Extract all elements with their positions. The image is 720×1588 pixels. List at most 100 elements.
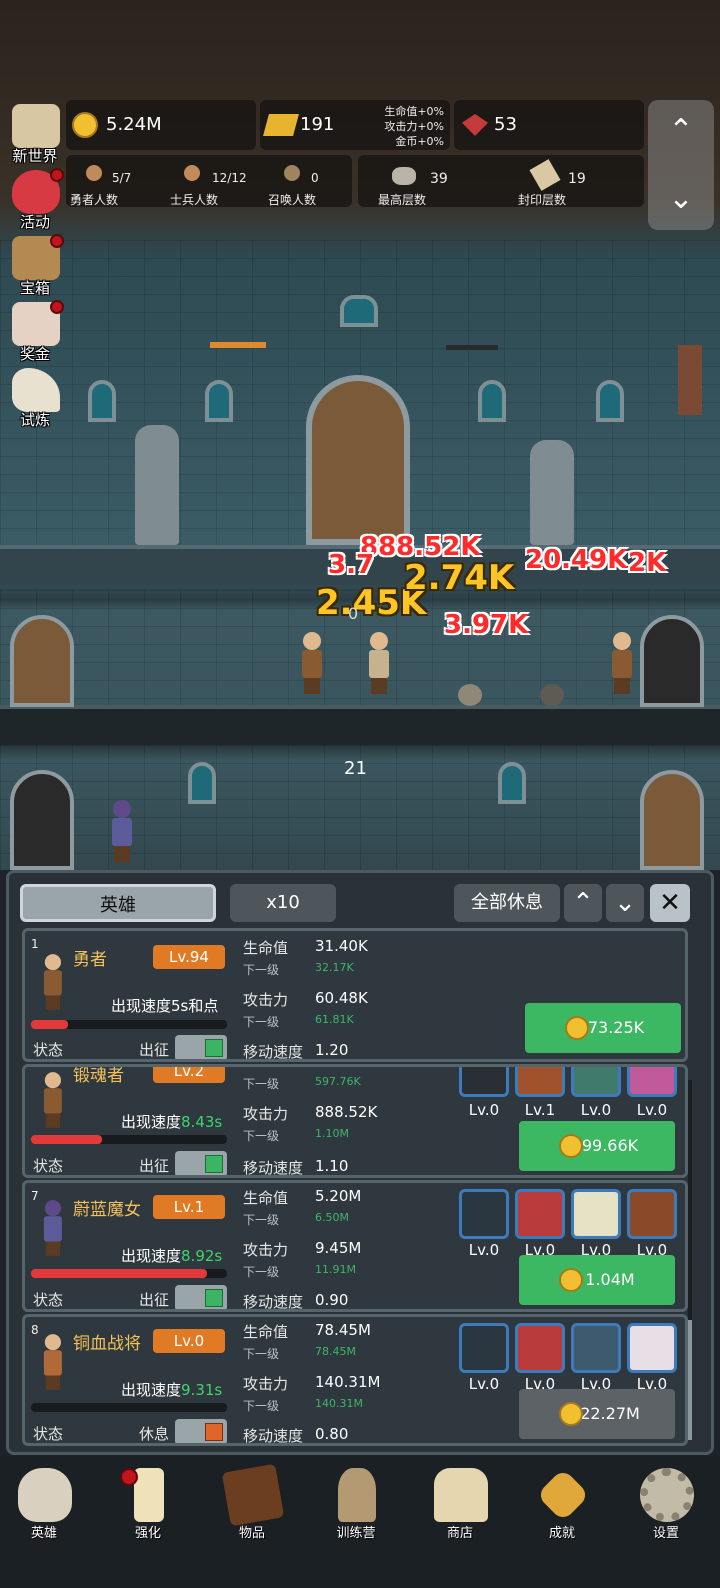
- map-icon: [12, 104, 60, 148]
- nav-achievements[interactable]: 成就: [512, 1460, 612, 1588]
- hero-card-azure-witch[interactable]: 7 蔚蓝魔女 Lv.1 出现速度8.92s 状态 出征 生命值 5.20M 下一…: [22, 1180, 688, 1312]
- tab-heroes[interactable]: 英雄: [20, 884, 216, 922]
- nav-shop[interactable]: 商店: [410, 1460, 510, 1588]
- upgrade-button[interactable]: 99.66K: [519, 1121, 675, 1171]
- upgrade-button[interactable]: 1.04M: [519, 1255, 675, 1305]
- side-menu-new-world[interactable]: 新世界: [4, 102, 66, 165]
- soldier-character: [608, 632, 634, 694]
- move-speed-label: 移动速度: [243, 1043, 304, 1061]
- upgrade-button[interactable]: 22.27M: [519, 1389, 675, 1439]
- blood-shield-icon[interactable]: [459, 1323, 509, 1373]
- hero-card-brave[interactable]: 1 勇者 Lv.94 出现速度5s和点 状态 出征 生命值 31.40K 下一级…: [22, 928, 688, 1062]
- hero-spawn-speed: 出现速度9.31s: [121, 1381, 223, 1399]
- side-menu-chest[interactable]: 宝箱: [4, 234, 66, 297]
- next-level-label: 下一级: [243, 1015, 280, 1029]
- nav-training[interactable]: 训练营: [306, 1460, 406, 1588]
- hero-hp-bar: [31, 1135, 227, 1144]
- hero-level: Lv.0: [153, 1329, 225, 1353]
- damage-number: 3.97K: [444, 610, 529, 640]
- deploy-toggle[interactable]: [175, 1151, 227, 1175]
- next-level-label: 下一级: [243, 1265, 280, 1279]
- hero-name: 锻魂者: [73, 1066, 124, 1086]
- atk-value: 60.48K: [315, 989, 368, 1007]
- next-level-label: 下一级: [243, 1213, 280, 1227]
- nav-enhance[interactable]: 强化: [98, 1460, 198, 1588]
- equip-slot[interactable]: [459, 1067, 509, 1097]
- gold-counter: 5.24M: [66, 100, 256, 150]
- atk-next-value: 61.81K: [315, 1013, 354, 1026]
- nav-items[interactable]: 物品: [202, 1460, 302, 1588]
- multiplier-button[interactable]: x10: [230, 884, 336, 922]
- hp-next-value: 597.76K: [315, 1075, 361, 1088]
- hero-portrait: [40, 1334, 63, 1390]
- nav-heroes[interactable]: 英雄: [0, 1460, 94, 1588]
- damage-number: 20.49K: [525, 545, 628, 575]
- window: [498, 762, 526, 804]
- hero-count-label: 勇者人数: [70, 193, 119, 207]
- equip-level: Lv.1: [524, 1101, 556, 1119]
- scrollbar-thumb[interactable]: [688, 1320, 692, 1440]
- max-floor-label: 最高层数: [378, 193, 427, 207]
- upgrade-button[interactable]: 73.25K: [525, 1003, 681, 1053]
- side-menu-trial[interactable]: 试炼: [4, 366, 66, 429]
- skull-icon: [18, 1468, 72, 1522]
- atk-next-value: 140.31M: [315, 1397, 363, 1410]
- atk-value: 888.52K: [315, 1103, 378, 1121]
- hero-card-soulforger[interactable]: 锻魂者 Lv.2 出现速度8.43s 状态 出征 下一级 597.76K 攻击力…: [22, 1064, 688, 1178]
- collapse-up-button[interactable]: ⌃: [564, 884, 602, 922]
- collapse-down-button[interactable]: ⌄: [606, 884, 644, 922]
- deploy-toggle[interactable]: [175, 1035, 227, 1059]
- side-menu-bonus[interactable]: 奖金: [4, 300, 66, 363]
- wings-icon[interactable]: [571, 1189, 621, 1239]
- deploy-toggle[interactable]: [175, 1419, 227, 1443]
- scroll-up-button[interactable]: ⌃: [660, 110, 702, 152]
- damage-number: 2.74K: [404, 558, 515, 598]
- next-level-label: 下一级: [243, 1077, 280, 1091]
- close-button[interactable]: ✕: [650, 884, 690, 922]
- blade-icon[interactable]: [515, 1323, 565, 1373]
- gem-counter: 53: [454, 100, 644, 150]
- shield-icon[interactable]: [459, 1189, 509, 1239]
- boots-icon[interactable]: [571, 1323, 621, 1373]
- sword-icon[interactable]: [627, 1189, 677, 1239]
- heart-plus-icon[interactable]: [627, 1323, 677, 1373]
- window: [188, 762, 216, 804]
- game-scene[interactable]: 888.52K 3.7 2.45K 2.74K 20.49K 2K 3.97K …: [0, 0, 720, 870]
- sealed-floor-label: 封印层数: [518, 193, 567, 207]
- equip-slot[interactable]: [571, 1067, 621, 1097]
- window: [205, 380, 233, 422]
- deploy-toggle[interactable]: [175, 1285, 227, 1309]
- equip-slot[interactable]: [627, 1067, 677, 1097]
- rest-all-button[interactable]: 全部休息: [454, 884, 560, 922]
- hero-level: Lv.94: [153, 945, 225, 969]
- nav-label: 成就: [548, 1526, 575, 1541]
- hero-portrait: [40, 954, 63, 1010]
- chandelier: [446, 318, 498, 350]
- deploy-label: 出征: [139, 1157, 170, 1175]
- atk-next-value: 11.91M: [315, 1263, 356, 1276]
- damage-number: 2K: [628, 548, 667, 578]
- spear-icon[interactable]: [515, 1189, 565, 1239]
- gem-icon: [462, 114, 488, 136]
- hp-value: 31.40K: [315, 937, 368, 955]
- side-menu-event[interactable]: 活动: [4, 168, 66, 231]
- side-menu-label: 试炼: [19, 411, 50, 429]
- zero-label: 0: [348, 604, 359, 623]
- next-level-label: 下一级: [243, 1129, 280, 1143]
- hero-card-copper-general[interactable]: 8 铜血战将 Lv.0 出现速度9.31s 状态 休息 生命值 78.45M 下…: [22, 1314, 688, 1446]
- hero-hp-bar: [31, 1269, 227, 1278]
- window: [478, 380, 506, 422]
- nav-label: 强化: [134, 1526, 161, 1541]
- floor-counts: 39 最高层数 19 封印层数: [358, 155, 644, 207]
- atk-label: 攻击力: [243, 1375, 289, 1393]
- bonus-gold: 金币+0%: [395, 135, 444, 148]
- hero-count: 5/7: [112, 171, 132, 185]
- side-door: [10, 615, 74, 707]
- panel-scrollbar[interactable]: [688, 1080, 692, 1440]
- equip-slot[interactable]: [515, 1067, 565, 1097]
- atk-value: 9.45M: [315, 1239, 362, 1257]
- nav-settings[interactable]: 设置: [616, 1460, 716, 1588]
- scroll-down-button[interactable]: ⌄: [660, 178, 702, 220]
- status-label: 状态: [33, 1157, 64, 1175]
- bonus-hp: 生命值+0%: [384, 105, 444, 118]
